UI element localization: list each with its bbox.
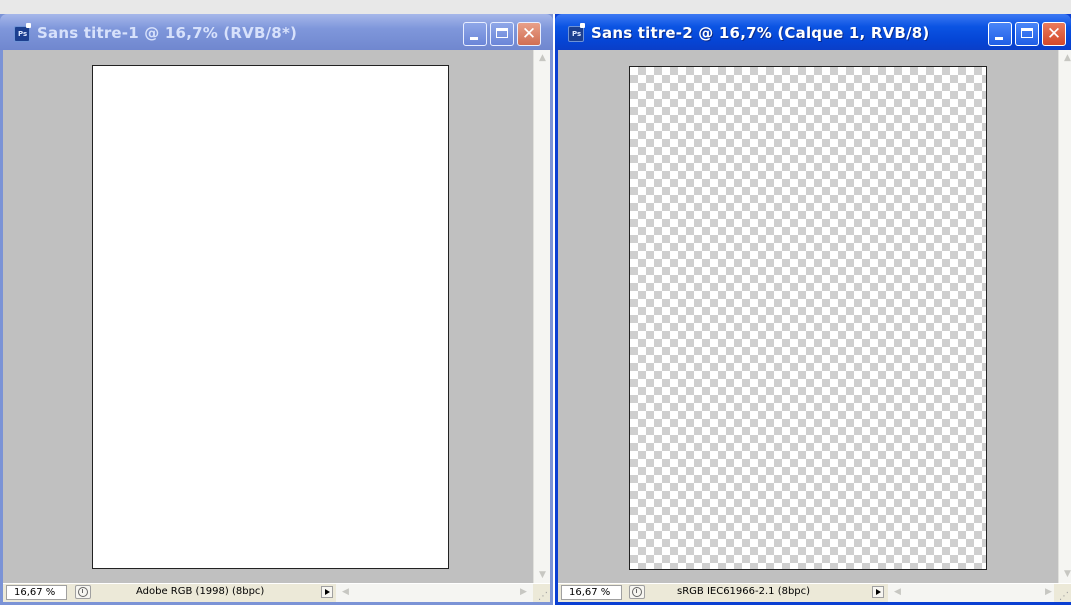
scroll-up-arrow-icon[interactable]: ▲ <box>1060 51 1071 66</box>
window-2-client: ▲ ▼ 16,67 % sRGB IEC61966-2.1 (8bpc) ◀ ▶ <box>558 50 1071 602</box>
photoshop-icon[interactable]: Ps <box>14 23 31 42</box>
canvas-white[interactable] <box>92 65 449 569</box>
close-button[interactable]: ✕ <box>1042 22 1066 46</box>
scroll-down-arrow-icon[interactable]: ▼ <box>1060 567 1071 582</box>
vertical-scrollbar[interactable]: ▲ ▼ <box>1058 50 1071 583</box>
window-1-titlebar[interactable]: Ps Sans titre-1 @ 16,7% (RVB/8*) ✕ <box>0 14 553 50</box>
clock-icon <box>632 587 642 597</box>
color-profile-label: sRGB IEC61966-2.1 (8bpc) <box>677 586 811 597</box>
window-1-title: Sans titre-1 @ 16,7% (RVB/8*) <box>37 24 298 42</box>
status-menu-arrow-icon[interactable] <box>321 586 333 598</box>
document-window-2[interactable]: Ps Sans titre-2 @ 16,7% (Calque 1, RVB/8… <box>555 14 1071 605</box>
resize-grip-icon[interactable] <box>533 584 550 602</box>
close-button[interactable]: ✕ <box>517 22 541 46</box>
minimize-button[interactable] <box>463 22 487 46</box>
zoom-field[interactable]: 16,67 % <box>6 585 67 600</box>
vertical-scrollbar[interactable]: ▲ ▼ <box>533 50 550 584</box>
close-icon: ✕ <box>521 24 537 44</box>
scroll-up-arrow-icon[interactable]: ▲ <box>535 51 550 66</box>
document-window-1[interactable]: Ps Sans titre-1 @ 16,7% (RVB/8*) ✕ ▲ ▼ 1… <box>0 14 553 605</box>
status-menu-arrow-icon[interactable] <box>872 586 884 598</box>
status-info-button[interactable] <box>629 585 645 599</box>
window-2-titlebar[interactable]: Ps Sans titre-2 @ 16,7% (Calque 1, RVB/8… <box>555 14 1071 50</box>
scroll-left-arrow-icon[interactable]: ◀ <box>890 585 905 600</box>
horizontal-scrollbar[interactable]: ◀ ▶ <box>888 584 1058 602</box>
ps-icon-label: Ps <box>18 30 28 38</box>
resize-grip-icon[interactable] <box>1054 584 1071 602</box>
scroll-left-arrow-icon[interactable]: ◀ <box>338 585 353 600</box>
close-icon: ✕ <box>1046 24 1062 44</box>
clock-icon <box>78 587 88 597</box>
scroll-down-arrow-icon[interactable]: ▼ <box>535 568 550 583</box>
maximize-button[interactable] <box>1015 22 1039 46</box>
maximize-button[interactable] <box>490 22 514 46</box>
color-profile-label: Adobe RGB (1998) (8bpc) <box>136 586 265 597</box>
status-info-button[interactable] <box>75 585 91 599</box>
horizontal-scrollbar[interactable]: ◀ ▶ <box>336 584 533 602</box>
status-bar: 16,67 % Adobe RGB (1998) (8bpc) ◀ ▶ <box>3 583 550 602</box>
ps-icon-label: Ps <box>572 30 582 38</box>
status-bar: 16,67 % sRGB IEC61966-2.1 (8bpc) ◀ ▶ <box>558 583 1071 602</box>
minimize-button[interactable] <box>988 22 1012 46</box>
zoom-field[interactable]: 16,67 % <box>561 585 622 600</box>
scroll-right-arrow-icon[interactable]: ▶ <box>516 585 531 600</box>
window-1-client: ▲ ▼ 16,67 % Adobe RGB (1998) (8bpc) ◀ ▶ <box>3 50 550 602</box>
window-2-title: Sans titre-2 @ 16,7% (Calque 1, RVB/8) <box>591 24 930 42</box>
canvas-transparent[interactable] <box>629 66 987 570</box>
photoshop-icon[interactable]: Ps <box>568 23 585 42</box>
